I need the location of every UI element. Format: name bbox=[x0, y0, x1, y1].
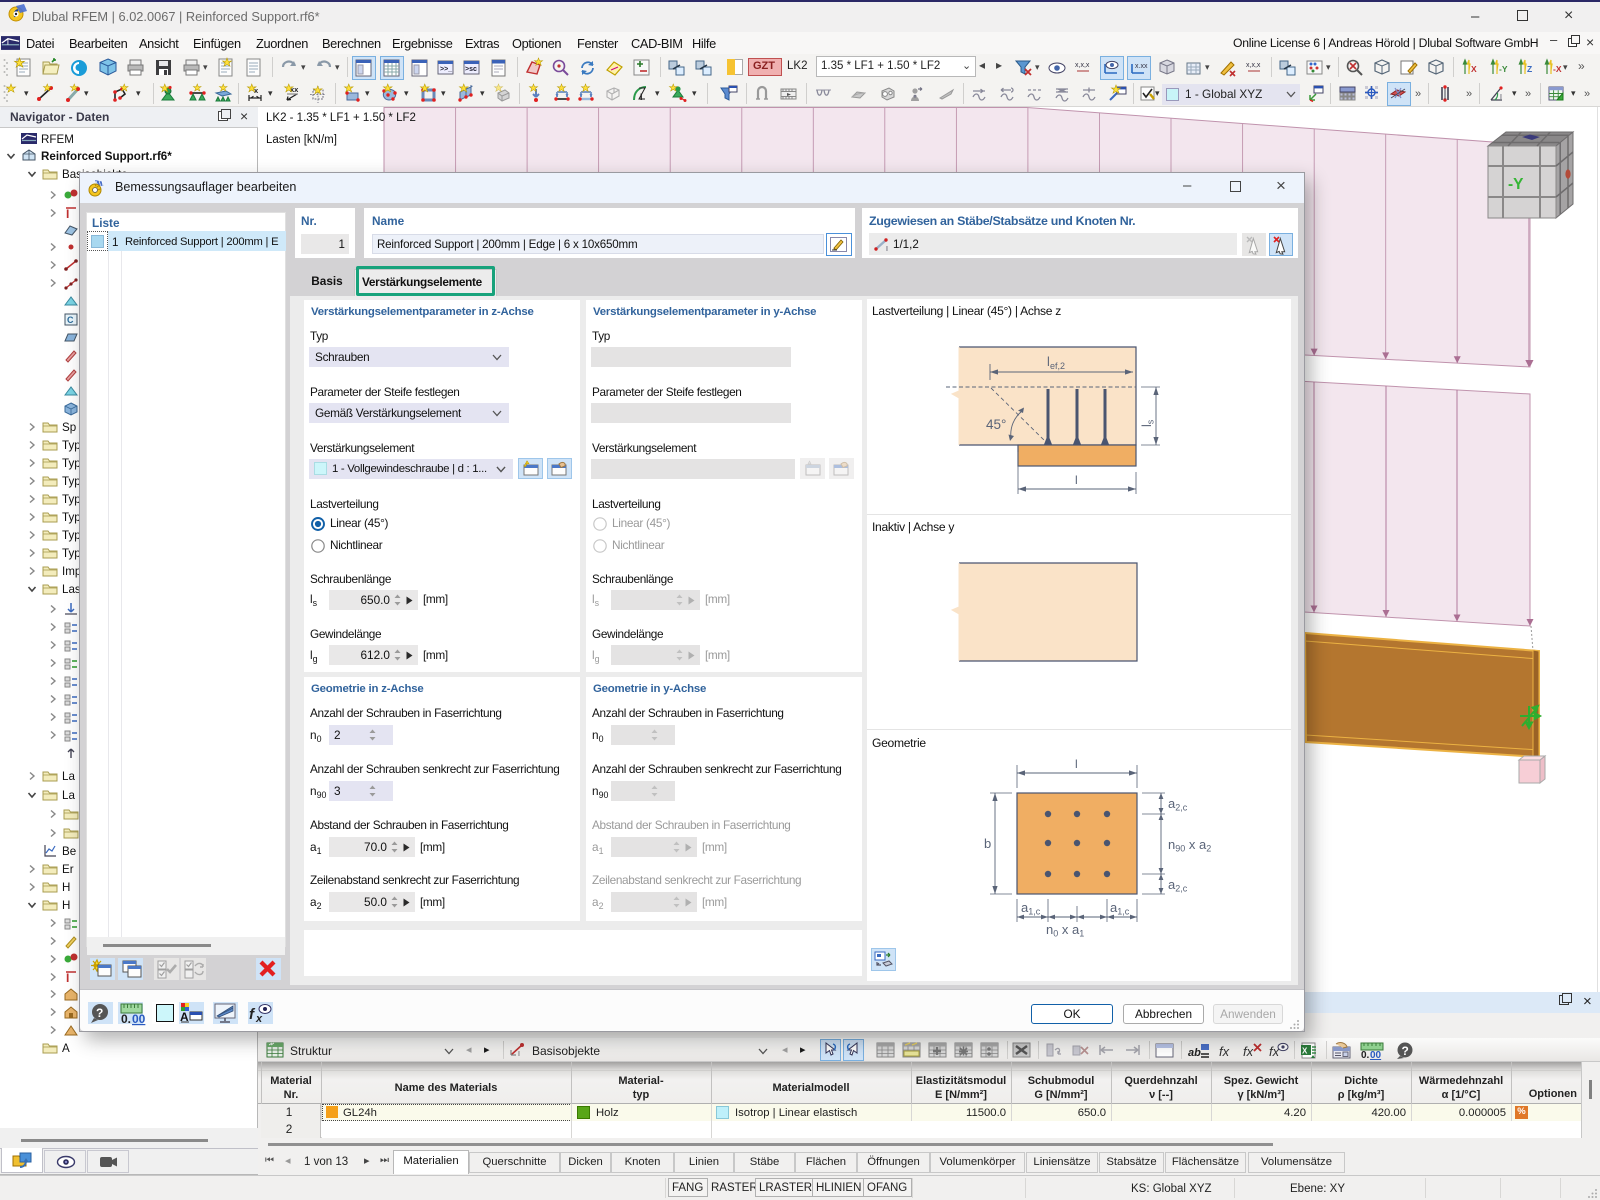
svg-text:n90 x a2: n90 x a2 bbox=[1168, 837, 1211, 854]
svg-text:a2,c: a2,c bbox=[1168, 877, 1188, 894]
svg-text:n0 x a1: n0 x a1 bbox=[1046, 922, 1084, 939]
svg-text:ef,2: ef,2 bbox=[1050, 361, 1065, 371]
svg-text:a1,c: a1,c bbox=[1110, 900, 1130, 917]
svg-text:b: b bbox=[984, 836, 991, 851]
svg-text:l: l bbox=[1075, 473, 1078, 487]
svg-text:l: l bbox=[1075, 757, 1078, 771]
svg-text:a1,c: a1,c bbox=[1021, 900, 1041, 917]
svg-text:ls: ls bbox=[1140, 419, 1156, 427]
svg-text:a2,c: a2,c bbox=[1168, 796, 1188, 813]
svg-text:45°: 45° bbox=[986, 417, 1006, 432]
